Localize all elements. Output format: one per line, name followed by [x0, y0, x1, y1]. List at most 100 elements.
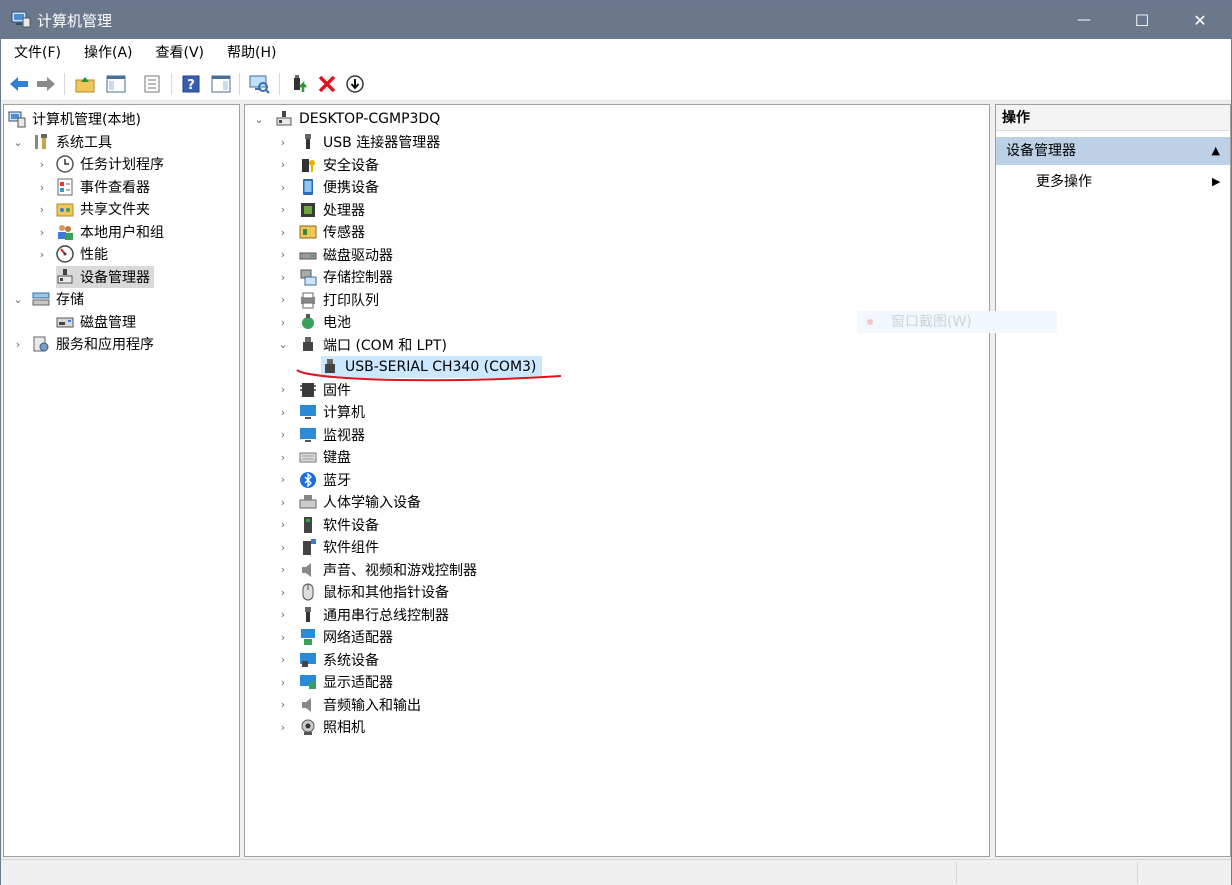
chevron-right-icon[interactable]: ›	[36, 153, 48, 175]
title-bar[interactable]: 计算机管理 — ☐ ✕	[1, 1, 1231, 39]
device-category-item[interactable]: 电池	[299, 311, 351, 333]
forward-button[interactable]	[34, 73, 58, 95]
chevron-right-icon[interactable]: ›	[277, 244, 289, 266]
menu-view[interactable]: 查看(V)	[143, 39, 215, 67]
chevron-right-icon[interactable]: ›	[277, 649, 289, 671]
close-button[interactable]: ✕	[1171, 1, 1229, 39]
tree-item-event-viewer[interactable]: 事件查看器	[56, 176, 150, 198]
chevron-right-icon[interactable]: ›	[12, 333, 24, 355]
device-category-item[interactable]: 鼠标和其他指针设备	[299, 581, 449, 603]
scan-hardware-button[interactable]	[247, 73, 271, 95]
device-category-item[interactable]: 键盘	[299, 446, 351, 468]
device-category-item[interactable]: 通用串行总线控制器	[299, 604, 449, 626]
chevron-right-icon[interactable]: ›	[277, 536, 289, 558]
minimize-button[interactable]: —	[1055, 1, 1113, 39]
device-category-item[interactable]: 处理器	[299, 199, 365, 221]
collapse-triangle-icon[interactable]: ▲	[1212, 137, 1220, 165]
tree-item-system-tools[interactable]: 系统工具	[32, 131, 112, 153]
help-button[interactable]: ?	[179, 73, 203, 95]
chevron-down-icon[interactable]: ⌄	[277, 334, 289, 356]
chevron-right-icon[interactable]: ›	[277, 401, 289, 423]
chevron-down-icon[interactable]: ⌄	[12, 131, 24, 153]
chevron-right-icon[interactable]: ›	[277, 266, 289, 288]
device-category-item[interactable]: 计算机	[299, 401, 365, 423]
back-button[interactable]	[7, 73, 31, 95]
device-category-item[interactable]: 打印队列	[299, 289, 379, 311]
chevron-right-icon[interactable]: ›	[277, 311, 289, 333]
chevron-right-icon[interactable]: ›	[277, 514, 289, 536]
chevron-right-icon[interactable]: ›	[36, 176, 48, 198]
disable-device-button[interactable]	[343, 73, 367, 95]
uninstall-device-button[interactable]	[315, 73, 339, 95]
chevron-right-icon[interactable]: ›	[277, 626, 289, 648]
chevron-right-icon[interactable]: ›	[36, 198, 48, 220]
device-category-item[interactable]: 监视器	[299, 424, 365, 446]
device-category-item[interactable]: 蓝牙	[299, 469, 351, 491]
action-pane-button[interactable]	[209, 73, 233, 95]
chevron-down-icon[interactable]: ⌄	[253, 108, 265, 130]
device-category-item[interactable]: 显示适配器	[299, 671, 393, 693]
tree-item-performance[interactable]: 性能	[56, 243, 108, 265]
chevron-right-icon[interactable]: ›	[277, 671, 289, 693]
chevron-right-icon[interactable]: ›	[277, 379, 289, 401]
chevron-right-icon[interactable]: ›	[277, 221, 289, 243]
device-category-item[interactable]: USB 连接器管理器	[299, 131, 440, 153]
device-category-item[interactable]: 端口 (COM 和 LPT)	[299, 334, 447, 356]
tree-item-local-users[interactable]: 本地用户和组	[56, 221, 164, 243]
chevron-right-icon[interactable]: ›	[277, 289, 289, 311]
menu-action[interactable]: 操作(A)	[71, 39, 143, 67]
chevron-right-icon[interactable]: ›	[277, 716, 289, 738]
device-category-item[interactable]: 网络适配器	[299, 626, 393, 648]
device-category-item[interactable]: 存储控制器	[299, 266, 393, 288]
chevron-right-icon[interactable]: ›	[36, 221, 48, 243]
computer-icon	[300, 405, 316, 419]
print-queue-icon	[301, 292, 315, 308]
chevron-right-icon[interactable]: ›	[277, 581, 289, 603]
device-category-item[interactable]: 磁盘驱动器	[299, 244, 393, 266]
tree-item-root[interactable]: 计算机管理(本地)	[8, 108, 141, 130]
device-category-item[interactable]: 安全设备	[299, 154, 379, 176]
navigation-tree-pane[interactable]: 计算机管理(本地) ⌄ 系统工具 › 任务计划程序 › 事件查看器 › 共享文件…	[3, 104, 240, 857]
device-category-item[interactable]: 系统设备	[299, 649, 379, 671]
chevron-right-icon[interactable]: ›	[277, 176, 289, 198]
device-tree-pane[interactable]: ⌄ DESKTOP-CGMP3DQ › USB 连接器管理器 › 安全设备 › 便携设备 ›…	[244, 104, 990, 857]
chevron-right-icon[interactable]: ›	[36, 243, 48, 265]
device-category-item[interactable]: 传感器	[299, 221, 365, 243]
tree-item-task-scheduler[interactable]: 任务计划程序	[56, 153, 164, 175]
tree-item-shared-folders[interactable]: 共享文件夹	[56, 198, 150, 220]
chevron-down-icon[interactable]: ⌄	[12, 288, 24, 310]
tree-item-storage[interactable]: 存储	[32, 288, 84, 310]
menu-file[interactable]: 文件(F)	[1, 39, 71, 67]
device-tree-root[interactable]: DESKTOP-CGMP3DQ	[275, 108, 440, 130]
chevron-right-icon[interactable]: ›	[277, 559, 289, 581]
chevron-right-icon[interactable]: ›	[277, 154, 289, 176]
device-category-item[interactable]: 软件设备	[299, 514, 379, 536]
device-category-label: 软件组件	[323, 540, 379, 556]
chevron-right-icon[interactable]: ›	[277, 604, 289, 626]
device-category-item[interactable]: 声音、视频和游戏控制器	[299, 559, 477, 581]
tree-item-disk-management[interactable]: 磁盘管理	[56, 311, 136, 333]
chevron-right-icon[interactable]: ›	[277, 199, 289, 221]
device-category-item[interactable]: 照相机	[299, 716, 365, 738]
chevron-right-icon[interactable]: ›	[277, 694, 289, 716]
update-driver-button[interactable]	[287, 73, 311, 95]
up-one-level-button[interactable]	[73, 73, 97, 95]
device-category-item[interactable]: 便携设备	[299, 176, 379, 198]
chevron-right-icon[interactable]: ›	[277, 446, 289, 468]
device-category-label: 安全设备	[323, 157, 379, 174]
device-category-item[interactable]: 软件组件	[299, 536, 379, 558]
show-hide-tree-button[interactable]	[104, 73, 128, 95]
menu-help[interactable]: 帮助(H)	[214, 39, 286, 67]
maximize-button[interactable]: ☐	[1113, 1, 1171, 39]
chevron-right-icon[interactable]: ›	[277, 424, 289, 446]
actions-section-device-manager[interactable]: 设备管理器 ▲	[996, 137, 1230, 165]
chevron-right-icon[interactable]: ›	[277, 491, 289, 513]
more-actions-item[interactable]: 更多操作	[1036, 171, 1092, 193]
tree-item-device-manager[interactable]: 设备管理器	[56, 266, 154, 288]
chevron-right-icon[interactable]: ›	[277, 131, 289, 153]
chevron-right-icon[interactable]: ›	[277, 469, 289, 491]
tree-item-services-apps[interactable]: 服务和应用程序	[32, 333, 154, 355]
device-category-item[interactable]: 音频输入和输出	[299, 694, 421, 716]
properties-button[interactable]	[140, 73, 164, 95]
device-category-item[interactable]: 人体学输入设备	[299, 491, 421, 513]
